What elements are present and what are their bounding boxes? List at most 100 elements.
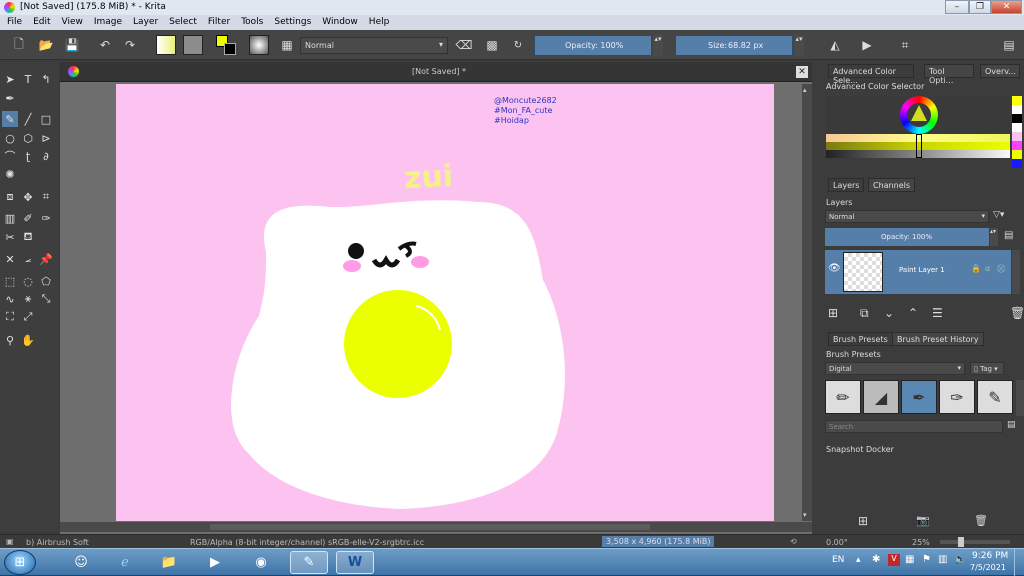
size-slider[interactable]: Size: 68.82 px [675, 35, 793, 56]
opacity-slider[interactable]: Opacity: 100% [534, 35, 652, 56]
layer-opacity-slider[interactable]: Opacity: 100% [825, 228, 989, 246]
alpha-lock-icon[interactable]: α [985, 264, 990, 273]
wrap-around-icon[interactable]: ⌗ [896, 36, 914, 54]
open-document-icon[interactable]: 📂 [37, 36, 55, 54]
calligraphy-tool-icon[interactable]: ✒ [2, 90, 18, 106]
line-tool-icon[interactable]: ╱ [20, 111, 36, 127]
layer-properties-icon[interactable]: ▤ [1004, 230, 1018, 244]
polygon-tool-icon[interactable]: ⬡ [20, 130, 36, 146]
add-layer-icon[interactable]: ⊞ [828, 306, 838, 320]
gradient-tool-icon[interactable]: ▥ [2, 210, 18, 226]
layer-lock-icon[interactable]: 🔒 [971, 264, 981, 273]
multibrush-tool-icon[interactable]: ✺ [2, 166, 18, 182]
preset-tag-select[interactable]: Digital ▾ [825, 362, 965, 375]
scrollbar-thumb[interactable] [210, 524, 650, 530]
smart-patch-tool-icon[interactable]: ✑ [38, 210, 54, 226]
scroll-up-icon[interactable]: ▴ [803, 86, 807, 94]
menu-edit[interactable]: Edit [26, 15, 54, 30]
tab-brush-presets[interactable]: Brush Presets [828, 332, 893, 346]
preserve-alpha-icon[interactable]: ▩ [483, 36, 501, 54]
zoom-slider[interactable] [940, 537, 1010, 547]
tray-app-icon[interactable]: ▦ [905, 554, 914, 565]
rect-select-tool-icon[interactable]: ⬚ [2, 273, 18, 289]
preset-pen[interactable]: ✏ [825, 380, 861, 414]
taskbar-chat-icon[interactable]: ☺ [62, 551, 100, 574]
polyline-tool-icon[interactable]: ⊳ [38, 130, 54, 146]
dynamic-brush-tool-icon[interactable]: ∂ [38, 148, 54, 164]
redo-icon[interactable]: ↷ [121, 36, 139, 54]
new-document-icon[interactable]: 🗋 [10, 36, 28, 54]
tray-clock-time[interactable]: 9:26 PM [972, 551, 1008, 561]
size-stepper[interactable]: ▴▾ [794, 35, 804, 56]
similar-select-tool-icon[interactable]: ⤡ [38, 291, 54, 307]
tag-button[interactable]: ▯ Tag ▾ [970, 362, 1004, 375]
restore-button[interactable]: ❐ [969, 0, 991, 14]
layers-scrollbar[interactable] [1012, 250, 1020, 294]
action-center-icon[interactable]: ⚑ [922, 554, 931, 565]
start-button[interactable]: ⊞ [4, 550, 36, 575]
bezier-tool-icon[interactable]: ⌒ [2, 148, 18, 164]
show-desktop-button[interactable] [1014, 549, 1024, 576]
menu-image[interactable]: Image [87, 15, 126, 30]
assistant-tool-icon[interactable]: ✕ [2, 251, 18, 267]
fit-icon[interactable]: ⟲ [790, 537, 797, 546]
color-picker-tool-icon[interactable]: ✐ [20, 210, 36, 226]
menu-layer[interactable]: Layer [126, 15, 162, 30]
opacity-stepper[interactable]: ▴▾ [653, 35, 663, 56]
transform-tool-icon[interactable]: ⧈ [2, 189, 18, 205]
measure-tool-icon[interactable]: ⦟ [20, 251, 36, 267]
status-rotation[interactable]: 0.00° [826, 538, 848, 547]
layer-row[interactable]: 👁 Paint Layer 1 🔒 α ⛒ [825, 250, 1011, 294]
drawing-canvas[interactable]: @Moncute2682 #Mon_FA_cute #Hoidap zui [116, 84, 774, 521]
taskbar-krita-icon[interactable]: ✎ [290, 551, 328, 574]
edit-shape-tool-icon[interactable]: ↰ [38, 71, 54, 87]
vivaldi-tray-icon[interactable]: V [888, 554, 900, 566]
network-icon[interactable]: ▥ [938, 554, 947, 565]
tab-tool-options[interactable]: Tool Opti... [924, 64, 974, 85]
rectangle-tool-icon[interactable]: □ [38, 111, 54, 127]
reference-tool-icon[interactable]: 📌 [38, 251, 54, 267]
colorize-mask-tool-icon[interactable]: ✂ [2, 229, 18, 245]
fg-bg-color-swatch[interactable] [216, 35, 236, 55]
menu-filter[interactable]: Filter [201, 15, 234, 30]
preset-search-input[interactable]: Search [825, 420, 1003, 433]
menu-settings[interactable]: Settings [267, 15, 315, 30]
text-tool-icon[interactable]: T [20, 71, 36, 87]
select-shape-tool-icon[interactable]: ➤ [2, 71, 18, 87]
undo-icon[interactable]: ↶ [96, 36, 114, 54]
move-layer-up-icon[interactable]: ⌃ [908, 306, 918, 320]
freehand-select-tool-icon[interactable]: ∿ [2, 291, 18, 307]
layer-blend-select[interactable]: Normal ▾ [825, 210, 989, 223]
contiguous-select-tool-icon[interactable]: ⚹ [20, 291, 36, 307]
preset-options-icon[interactable]: ▤ [1007, 420, 1016, 430]
freehand-brush-tool-icon[interactable]: ✎ [2, 111, 18, 127]
menu-view[interactable]: View [55, 15, 87, 30]
language-indicator[interactable]: EN [832, 555, 844, 565]
layer-opacity-stepper[interactable]: ▴▾ [990, 228, 998, 246]
mirror-vertical-icon[interactable]: ▶ [858, 36, 876, 54]
tab-overview[interactable]: Overv... [980, 64, 1020, 78]
crop-tool-icon[interactable]: ⌗ [38, 189, 54, 205]
tray-expand-icon[interactable]: ▴ [856, 555, 861, 565]
eraser-mode-icon[interactable]: ⌫ [455, 36, 473, 54]
menu-file[interactable]: File [0, 15, 26, 30]
taskbar-media-icon[interactable]: ▶ [196, 551, 234, 574]
vertical-scrollbar[interactable]: ▴ ▾ [802, 84, 812, 521]
preset-eraser[interactable]: ◢ [863, 380, 899, 414]
delete-snapshot-icon[interactable]: 🗑 [974, 514, 988, 527]
close-window-button[interactable]: ✕ [991, 0, 1022, 14]
delete-layer-icon[interactable]: 🗑 [1010, 306, 1024, 320]
duplicate-layer-icon[interactable]: ⧉ [860, 306, 869, 321]
save-document-icon[interactable]: 💾 [63, 36, 81, 54]
taskbar-chrome-icon[interactable]: ◉ [242, 551, 280, 574]
zoom-tool-icon[interactable]: ⚲ [2, 332, 18, 348]
reload-preset-icon[interactable]: ↻ [509, 36, 527, 54]
menu-help[interactable]: Help [362, 15, 394, 30]
color-selector[interactable] [826, 96, 1010, 158]
pan-tool-icon[interactable]: ✋ [20, 332, 36, 348]
hue-ring[interactable] [900, 96, 938, 134]
tray-clock-date[interactable]: 7/5/2021 [970, 563, 1006, 572]
layer-settings-icon[interactable]: ☰ [932, 306, 943, 320]
brush-editor-grid-icon[interactable]: ▦ [278, 36, 296, 54]
magnetic-select-tool-icon[interactable]: ⤢ [20, 309, 36, 325]
